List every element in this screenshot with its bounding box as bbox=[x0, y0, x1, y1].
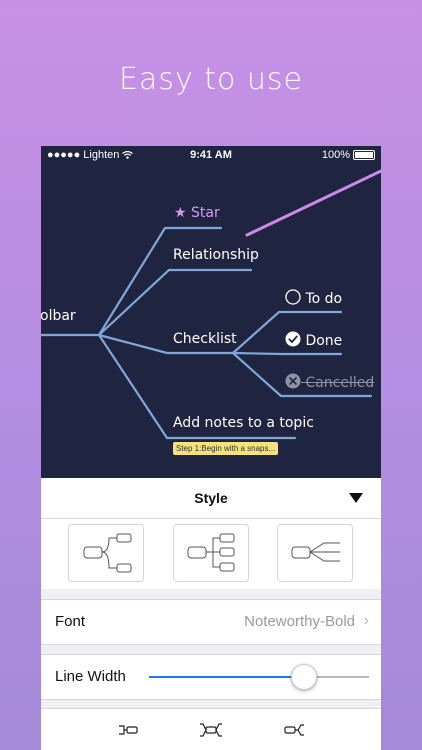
branch-relationship bbox=[97, 268, 253, 337]
root-topic[interactable]: olbar bbox=[41, 308, 76, 324]
line-width-slider[interactable] bbox=[149, 664, 369, 690]
font-label: Font bbox=[55, 613, 86, 630]
cancel-circle-icon bbox=[285, 373, 301, 389]
note-chip[interactable]: Step 1:Begin with a snaps... bbox=[173, 442, 279, 455]
branch-done bbox=[231, 351, 343, 356]
topic-cancelled[interactable]: Cancelled bbox=[285, 373, 374, 391]
topic-notes[interactable]: Add notes to a topic bbox=[173, 415, 314, 431]
checked-circle-icon bbox=[285, 331, 301, 347]
layout-option-balanced[interactable] bbox=[68, 524, 144, 582]
layout-options bbox=[41, 519, 381, 589]
topic-relationship[interactable]: Relationship bbox=[173, 247, 259, 263]
topic-checklist[interactable]: Checklist bbox=[173, 331, 237, 347]
style-panel: Style Font Noteworthy-Bold › Line Width bbox=[41, 478, 381, 750]
insert-child-topic-icon[interactable] bbox=[118, 721, 140, 739]
chevron-right-icon: › bbox=[363, 612, 369, 629]
collapse-triangle-icon[interactable] bbox=[349, 493, 363, 503]
mindmap-canvas[interactable]: ●●●●● Lighten 9:41 AM 100% olbar ★ Star … bbox=[41, 146, 381, 478]
headline: Easy to use bbox=[118, 62, 303, 97]
slider-thumb[interactable] bbox=[291, 664, 317, 690]
topic-done-label: Done bbox=[305, 333, 343, 349]
insert-sibling-topic-icon[interactable] bbox=[199, 721, 223, 739]
layout-option-right[interactable] bbox=[173, 524, 249, 582]
layout-option-fan[interactable] bbox=[277, 524, 353, 582]
phone-screen: ●●●●● Lighten 9:41 AM 100% olbar ★ Star … bbox=[41, 146, 381, 750]
bottom-toolbar bbox=[41, 708, 381, 750]
insert-parent-topic-icon[interactable] bbox=[283, 721, 305, 739]
style-title: Style bbox=[194, 490, 228, 506]
style-header[interactable]: Style bbox=[41, 478, 381, 519]
right-layout-icon bbox=[187, 533, 235, 572]
line-width-row: Line Width bbox=[41, 654, 381, 700]
topic-star-label: Star bbox=[191, 205, 220, 221]
topic-done[interactable]: Done bbox=[285, 331, 342, 349]
font-row[interactable]: Font Noteworthy-Bold › bbox=[41, 599, 381, 645]
relationship-line bbox=[245, 169, 381, 237]
fan-layout-icon bbox=[291, 542, 340, 562]
topic-star[interactable]: ★ Star bbox=[174, 205, 220, 221]
unchecked-circle-icon bbox=[285, 289, 301, 305]
topic-todo-label: To do bbox=[305, 291, 343, 307]
star-icon: ★ bbox=[174, 205, 187, 221]
topic-todo[interactable]: To do bbox=[285, 289, 342, 307]
slider-fill bbox=[149, 676, 303, 678]
balanced-layout-icon bbox=[83, 533, 132, 573]
line-width-label: Line Width bbox=[55, 668, 126, 685]
font-value: Noteworthy-Bold bbox=[244, 613, 355, 630]
topic-cancelled-label: Cancelled bbox=[305, 375, 375, 391]
